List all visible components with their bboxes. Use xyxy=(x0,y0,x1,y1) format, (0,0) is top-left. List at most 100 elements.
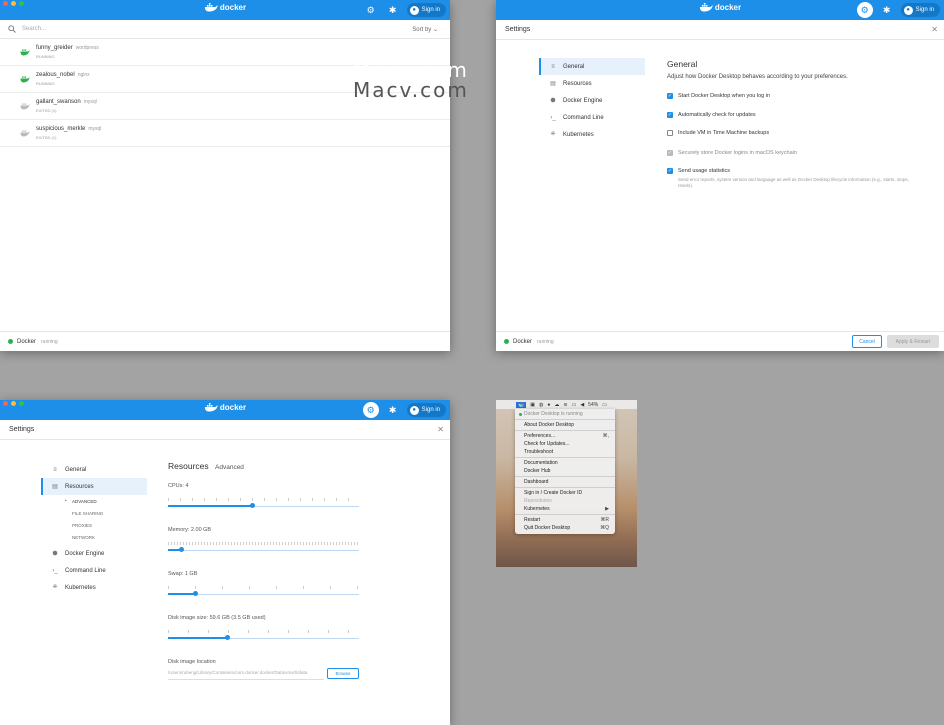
checkbox-icon[interactable]: ✓ xyxy=(667,150,673,156)
menu-item-label: Dashboard xyxy=(524,479,549,485)
zoom-window-button[interactable] xyxy=(19,1,24,6)
menu-item[interactable]: Preferences... ⌘, xyxy=(515,432,615,440)
menu-item[interactable]: Quit Docker Desktop ⌘Q xyxy=(515,524,615,532)
browse-button[interactable]: Browse xyxy=(327,668,359,679)
menu-item[interactable]: Sign in / Create Docker ID xyxy=(515,489,615,497)
menu-item[interactable]: Documentation xyxy=(515,459,615,467)
sign-in-label: Sign in xyxy=(421,7,440,13)
checkbox-icon[interactable]: ✓ xyxy=(667,93,673,99)
option-checkbox[interactable]: Include VM in Time Machine backups xyxy=(667,130,769,136)
troubleshoot-bug-icon[interactable]: ✱ xyxy=(385,402,401,418)
window-controls[interactable] xyxy=(3,401,24,406)
menu-item[interactable]: About Docker Desktop xyxy=(515,421,615,429)
zoom-window-button[interactable] xyxy=(19,401,24,406)
container-image: mysql xyxy=(83,99,97,105)
nav-item-kubernetes[interactable]: ⎈ Kubernetes xyxy=(539,126,645,143)
search-bar[interactable]: Search... Sort by ⌄ xyxy=(0,20,450,39)
nav-item-resources[interactable]: ▤ Resources xyxy=(41,478,147,495)
subnav-file-sharing[interactable]: FILE SHARING xyxy=(72,511,103,516)
close-window-button[interactable] xyxy=(3,1,8,6)
option-checkbox[interactable]: ✓ Send usage statistics Send error reports… xyxy=(667,168,918,189)
sign-in-button[interactable]: ● Sign in xyxy=(900,3,940,17)
swap-label-text: Swap: xyxy=(168,571,184,577)
nav-item-docker-engine[interactable]: ⬢ Docker Engine xyxy=(41,545,147,562)
nav-item-docker-engine[interactable]: ⬢ Docker Engine xyxy=(539,92,645,109)
section-tab-advanced[interactable]: Advanced xyxy=(215,464,244,471)
disk-location-field[interactable]: /Users/rubeng/Library/Containers/com.doc… xyxy=(168,670,324,680)
docker-menubar-icon[interactable]: 🐋 xyxy=(516,401,527,408)
search-input[interactable]: Search... xyxy=(22,26,46,32)
menu-item-shortcut: ▶ xyxy=(605,506,609,512)
menu-item[interactable]: Docker Hub xyxy=(515,467,615,475)
sign-in-label: Sign in xyxy=(915,7,934,13)
container-name: funny_greider xyxy=(36,45,73,51)
window-controls[interactable] xyxy=(3,1,24,6)
sort-by-dropdown[interactable]: Sort by ⌄ xyxy=(412,26,438,33)
titlebar-actions: ⚙ ✱ ● Sign in xyxy=(363,2,446,18)
close-icon[interactable]: ✕ xyxy=(931,25,938,34)
menu-item-label: Documentation xyxy=(524,460,558,466)
option-text: Start Docker Desktop when you log in xyxy=(678,93,770,99)
container-status: RUNNING xyxy=(36,54,55,59)
troubleshoot-bug-icon[interactable]: ✱ xyxy=(879,2,895,18)
menu-item[interactable]: Troubleshoot xyxy=(515,448,615,456)
sign-in-button[interactable]: ● Sign in xyxy=(406,403,446,417)
subnav-network[interactable]: NETWORK xyxy=(72,535,95,540)
menu-item[interactable]: Dashboard xyxy=(515,478,615,486)
subnav-proxies[interactable]: PROXIES xyxy=(72,523,92,528)
status-bar: Docker running xyxy=(0,331,450,351)
container-row[interactable]: suspicious_merkle mysql EXITED (1) xyxy=(0,120,450,147)
battery-icon[interactable]: ▭ xyxy=(602,402,607,408)
titlebar: docker ⚙ ✱ ● Sign in xyxy=(496,0,944,20)
menu-item[interactable]: Check for Updates... xyxy=(515,440,615,448)
minimize-window-button[interactable] xyxy=(11,401,16,406)
settings-gear-icon[interactable]: ⚙ xyxy=(363,2,379,18)
airplay-icon[interactable]: ▭ xyxy=(572,402,577,408)
menu-status-text: Docker Desktop is running xyxy=(524,411,583,417)
apply-restart-button[interactable]: Apply & Restart xyxy=(887,335,939,348)
swap-slider[interactable] xyxy=(168,586,359,599)
disk-size-slider[interactable] xyxy=(168,630,359,643)
memory-slider[interactable] xyxy=(168,542,359,555)
nav-item-label: Docker Engine xyxy=(563,97,603,104)
option-checkbox[interactable]: ✓ Automatically check for updates xyxy=(667,112,756,118)
nav-item-command-line[interactable]: ›_ Command Line xyxy=(539,109,645,126)
search-icon xyxy=(8,25,16,33)
menu-status: Docker Desktop is running xyxy=(515,410,615,418)
cpus-slider[interactable] xyxy=(168,498,359,511)
container-name-row: gallant_swanson mysql xyxy=(36,99,97,105)
menubar-app-icon[interactable]: ▣ xyxy=(530,402,535,408)
menu-separator xyxy=(515,476,615,477)
menu-separator xyxy=(515,487,615,488)
nav-item-command-line[interactable]: ›_ Command Line xyxy=(41,562,147,579)
menu-item[interactable]: Restart ⌘R xyxy=(515,516,615,524)
container-name: gallant_swanson xyxy=(36,99,81,105)
menu-item[interactable]: Kubernetes ▶ xyxy=(515,505,615,513)
nav-item-kubernetes[interactable]: ⎈ Kubernetes xyxy=(41,579,147,596)
close-icon[interactable]: ✕ xyxy=(437,425,444,434)
settings-gear-icon[interactable]: ⚙ xyxy=(856,2,873,18)
option-checkbox[interactable]: ✓ Start Docker Desktop when you log in xyxy=(667,93,770,99)
close-window-button[interactable] xyxy=(3,401,8,406)
wifi-icon[interactable]: ≋ xyxy=(563,402,567,408)
minimize-window-button[interactable] xyxy=(11,1,16,6)
menubar-dot-icon[interactable]: ● xyxy=(547,402,550,408)
checkbox-icon[interactable] xyxy=(667,130,673,136)
nav-item-general[interactable]: ≡ General xyxy=(539,58,645,75)
menubar-cloud-icon[interactable]: ☁ xyxy=(554,402,559,408)
settings-header: Settings ✕ xyxy=(496,20,944,40)
menu-item-label: Kubernetes xyxy=(524,506,550,512)
resources-icon: ▤ xyxy=(52,484,58,490)
sign-in-button[interactable]: ● Sign in xyxy=(406,3,446,17)
menubar-globe-icon[interactable]: ◍ xyxy=(539,402,543,408)
subnav-advanced[interactable]: ADVANCED xyxy=(72,499,97,504)
nav-item-resources[interactable]: ▤ Resources xyxy=(539,75,645,92)
volume-icon[interactable]: ◀ xyxy=(580,402,584,408)
troubleshoot-bug-icon[interactable]: ✱ xyxy=(385,2,401,18)
settings-gear-icon[interactable]: ⚙ xyxy=(362,402,379,418)
checkbox-icon[interactable]: ✓ xyxy=(667,168,673,174)
docker-whale-icon xyxy=(204,3,218,12)
cancel-button[interactable]: Cancel xyxy=(852,335,882,348)
nav-item-general[interactable]: ≡ General xyxy=(41,461,147,478)
checkbox-icon[interactable]: ✓ xyxy=(667,112,673,118)
